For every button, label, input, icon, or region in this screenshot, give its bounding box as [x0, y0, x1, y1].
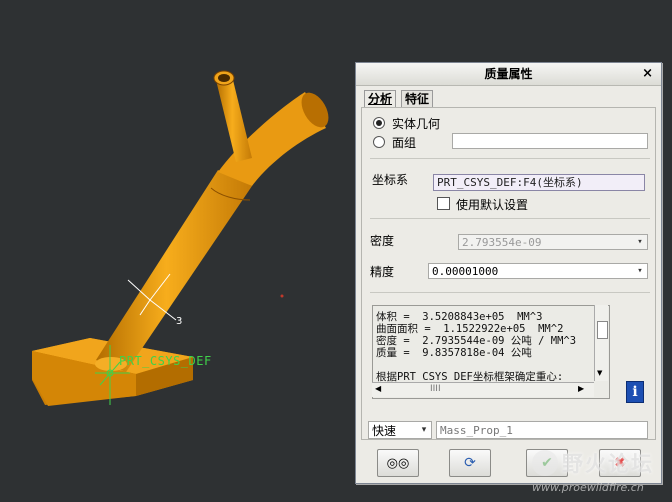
csys-label: PRT_CSYS_DEF [119, 354, 212, 368]
preview-button[interactable]: ◎◎ [377, 449, 419, 477]
watermark-url: www.proewildfire.cn [532, 481, 644, 494]
accuracy-label: 精度 [370, 265, 395, 279]
solid-geometry-label: 实体几何 [392, 117, 441, 131]
separator [370, 292, 650, 293]
vertical-scrollbar[interactable]: ▼ [594, 305, 608, 381]
repeat-icon: ⟳ [464, 455, 476, 471]
analysis-panel: 实体几何 面组 坐标系 PRT_CSYS_DEF:F4(坐标系) 使用默认设置 … [361, 107, 656, 440]
solid-geometry-radio[interactable] [373, 117, 385, 129]
chevron-down-icon[interactable]: ▾ [418, 424, 430, 436]
mass-properties-dialog: 质量属性 × 分析 特征 实体几何 面组 坐标系 PRT_CSYS_DEF:F4… [355, 62, 662, 484]
dialog-title: 质量属性 [484, 67, 533, 81]
tab-analysis[interactable]: 分析 [364, 90, 397, 108]
close-icon[interactable]: × [642, 63, 653, 85]
name-field[interactable]: Mass_Prop_1 [436, 421, 648, 439]
watermark-text: 野火论坛 [562, 452, 654, 476]
dialog-titlebar[interactable]: 质量属性 × [356, 63, 661, 86]
quilt-label: 面组 [392, 136, 417, 150]
separator [370, 218, 650, 219]
scroll-down-icon[interactable]: ▼ [597, 369, 602, 377]
accuracy-field[interactable]: 0.00001000 ▾ [428, 263, 648, 279]
density-value: 2.793554e-09 [462, 236, 542, 249]
glasses-icon: ◎◎ [386, 456, 410, 471]
quilt-radio[interactable] [373, 136, 385, 148]
info-icon[interactable]: i [626, 381, 644, 403]
chevron-down-icon[interactable]: ▾ [634, 265, 646, 277]
mode-value: 快速 [372, 424, 397, 438]
flame-logo-icon [532, 450, 558, 476]
forum-watermark: 野火论坛 www.proewildfire.cn [530, 448, 672, 502]
accuracy-value: 0.00001000 [432, 265, 499, 278]
scroll-thumb[interactable] [597, 321, 608, 339]
axis-label: 3 [176, 316, 182, 327]
quilt-field[interactable] [452, 133, 648, 149]
tab-feature[interactable]: 特征 [401, 90, 434, 108]
coord-sys-field[interactable]: PRT_CSYS_DEF:F4(坐标系) [433, 174, 645, 191]
scroll-left-icon[interactable]: ◀ [375, 384, 381, 393]
branch-tube [213, 70, 252, 162]
mode-select[interactable]: 快速 ▾ [368, 421, 432, 439]
density-field: 2.793554e-09 ▾ [458, 234, 648, 250]
horizontal-scrollbar[interactable]: ◀ IIII ▶ [372, 382, 594, 397]
main-tube [95, 92, 329, 372]
use-default-label: 使用默认设置 [456, 198, 529, 212]
coord-sys-label: 坐标系 [372, 173, 409, 187]
result-line: 质量 = 9.8357818e-04 公吨 [376, 347, 532, 359]
scroll-right-icon[interactable]: ▶ [578, 384, 584, 393]
density-label: 密度 [370, 234, 395, 248]
chevron-down-icon: ▾ [637, 237, 643, 247]
separator [370, 158, 650, 159]
use-default-checkbox[interactable] [437, 197, 450, 210]
scroll-thumb[interactable]: IIII [430, 384, 441, 394]
repeat-button[interactable]: ⟳ [449, 449, 491, 477]
